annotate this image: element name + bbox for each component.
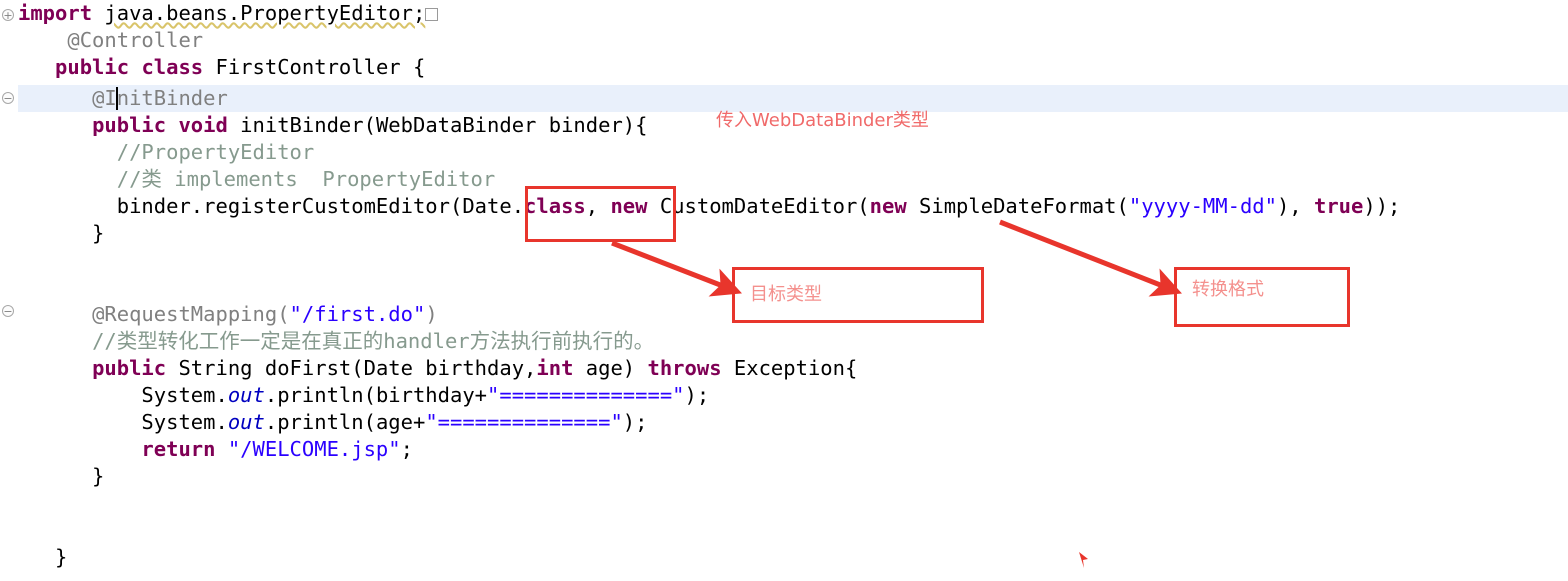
line-blank-2[interactable]: [0, 274, 1568, 301]
code-token: @InitBinder: [92, 86, 228, 110]
code-token: );: [684, 383, 710, 407]
code-token: }: [18, 545, 68, 569]
code-token: .println(birthday+: [264, 383, 488, 407]
code-token: ));: [1363, 194, 1401, 218]
code-token: CustomDateEditor(: [647, 194, 870, 218]
code-token: new: [869, 194, 907, 218]
text-caret: [116, 87, 118, 110]
code-token: "/WELCOME.jsp": [227, 437, 401, 461]
code-token: new: [610, 194, 648, 218]
code-token: public: [92, 113, 167, 137]
code-token: throws: [647, 356, 722, 380]
line-dofirst-method[interactable]: public String doFirst(Date birthday,int …: [0, 355, 1568, 382]
code-token: }: [18, 464, 105, 488]
line-comment-type-conversion[interactable]: //类型转化工作一定是在真正的handler方法执行前执行的。: [0, 328, 1568, 355]
line-println-age[interactable]: System.out.println(age+"==============")…: [0, 409, 1568, 436]
line-requestmapping[interactable]: @RequestMapping("/first.do"): [0, 301, 1568, 328]
line-blank-4[interactable]: [0, 517, 1568, 544]
code-token: ,: [585, 194, 611, 218]
code-token: java.beans.PropertyEditor;: [104, 1, 426, 25]
code-token: //PropertyEditor: [116, 140, 315, 164]
code-token: SimpleDateFormat(: [906, 194, 1129, 218]
line-close-class[interactable]: }: [0, 544, 1568, 571]
code-token: FirstController {: [203, 55, 426, 79]
code-token: );: [622, 410, 648, 434]
line-class-decl[interactable]: public class FirstController {: [0, 54, 1568, 81]
code-token: @RequestMapping(: [92, 302, 290, 326]
code-token: public: [55, 55, 130, 79]
line-register-custom-editor[interactable]: binder.registerCustomEditor(Date.class, …: [0, 193, 1568, 220]
code-token: ): [425, 302, 438, 326]
code-token: }: [18, 221, 105, 245]
code-token: class: [524, 194, 586, 218]
code-token: true: [1314, 194, 1364, 218]
line-initbinder-annotation[interactable]: @InitBinder: [0, 85, 1568, 112]
code-token: return: [141, 437, 216, 461]
code-token: out: [227, 410, 265, 434]
code-token: "/first.do": [289, 302, 426, 326]
source-code-area[interactable]: import java.beans.PropertyEditor; @Contr…: [0, 0, 1568, 581]
line-close-initbinder[interactable]: }: [0, 220, 1568, 247]
code-token: import: [18, 1, 93, 25]
code-token: binder.registerCustomEditor(Date.: [116, 194, 525, 218]
code-token: //类 implements PropertyEditor: [116, 167, 496, 191]
code-token: void: [178, 113, 228, 137]
code-token: //类型转化工作一定是在真正的handler方法执行前执行的。: [92, 329, 655, 353]
code-token: "==============": [425, 410, 623, 434]
code-token: "yyyy-MM-dd": [1128, 194, 1277, 218]
line-return-welcome[interactable]: return "/WELCOME.jsp";: [0, 436, 1568, 463]
code-token: .println(age+: [264, 410, 426, 434]
line-controller-annotation[interactable]: @Controller: [0, 27, 1568, 54]
code-editor-canvas[interactable]: + − − import java.beans.PropertyEditor; @C…: [0, 0, 1568, 581]
code-token: ),: [1276, 194, 1314, 218]
code-token: System.: [18, 383, 228, 407]
code-token: String doFirst(Date birthday,: [166, 356, 537, 380]
line-comment-class-implements[interactable]: //类 implements PropertyEditor: [0, 166, 1568, 193]
code-token: initBinder(WebDataBinder binder){: [227, 113, 648, 137]
line-close-dofirst[interactable]: }: [0, 463, 1568, 490]
line-blank-3[interactable]: [0, 490, 1568, 517]
code-token: "==============": [487, 383, 685, 407]
code-token: Exception{: [721, 356, 858, 380]
placeholder-box-icon: [425, 8, 439, 21]
line-import[interactable]: import java.beans.PropertyEditor;: [0, 0, 1568, 27]
code-token: int: [536, 356, 574, 380]
line-initbinder-method[interactable]: public void initBinder(WebDataBinder bin…: [0, 112, 1568, 139]
code-token: out: [227, 383, 265, 407]
code-token: @Controller: [67, 28, 204, 52]
code-token: ;: [400, 437, 413, 461]
line-comment-propertyeditor[interactable]: //PropertyEditor: [0, 139, 1568, 166]
line-blank-1[interactable]: [0, 247, 1568, 274]
code-token: public: [92, 356, 167, 380]
line-println-birthday[interactable]: System.out.println(birthday+"===========…: [0, 382, 1568, 409]
code-token: System.: [18, 410, 228, 434]
code-token: age): [573, 356, 648, 380]
code-token: class: [141, 55, 204, 79]
